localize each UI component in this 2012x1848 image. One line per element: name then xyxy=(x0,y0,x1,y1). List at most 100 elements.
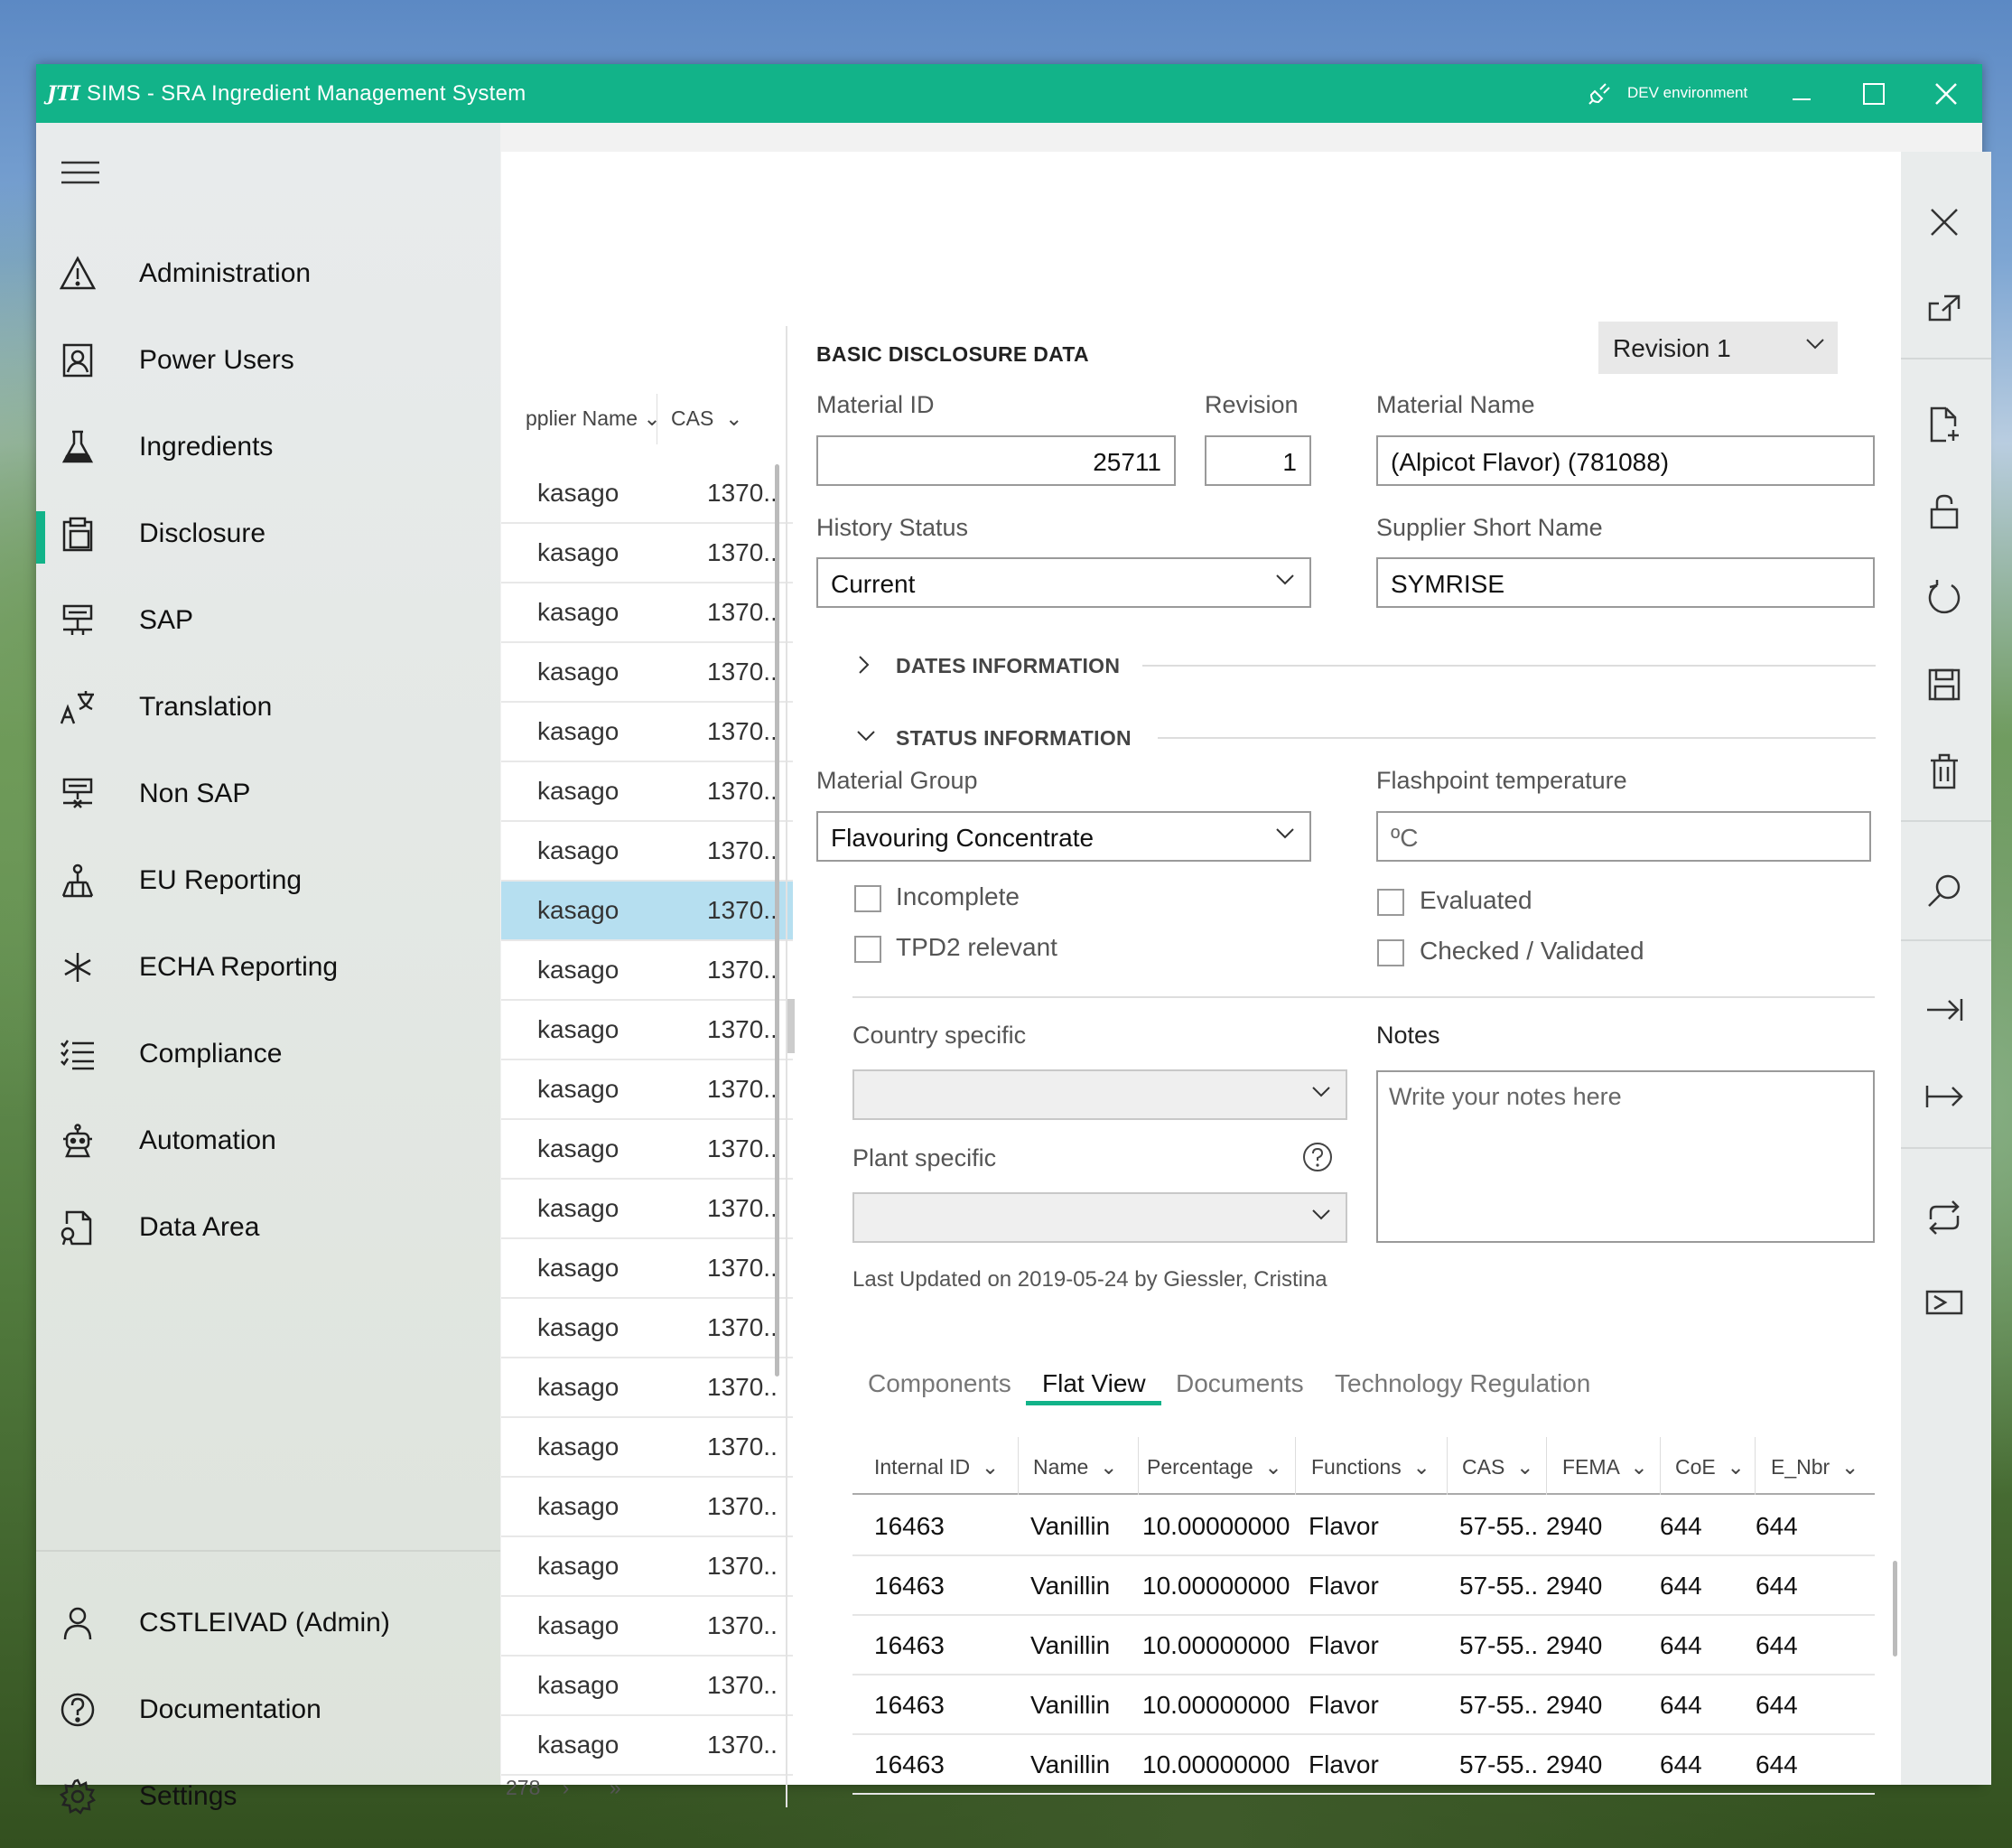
open-external-icon[interactable] xyxy=(1919,284,1970,334)
nav-footer-cstleivad-admin[interactable]: CSTLEIVAD (Admin) xyxy=(36,1582,500,1664)
nav-item-administration[interactable]: Administration xyxy=(36,233,500,314)
nav-footer-settings[interactable]: Settings xyxy=(36,1756,500,1837)
nav-item-power-users[interactable]: Power Users xyxy=(36,320,500,401)
column-internal-id[interactable]: Internal ID ⌄ xyxy=(874,1455,999,1479)
flashpoint-input[interactable]: ºC xyxy=(1376,811,1871,862)
column-name[interactable]: Name ⌄ xyxy=(1033,1455,1117,1479)
supplier-name-header[interactable]: pplier Name ⌄ xyxy=(526,406,661,431)
minimize-button[interactable] xyxy=(1765,64,1838,123)
hamburger-menu-icon[interactable] xyxy=(61,159,99,186)
list-row[interactable]: kasago 1370.. xyxy=(501,703,793,762)
evaluated-checkbox[interactable] xyxy=(1377,889,1404,916)
new-document-icon[interactable] xyxy=(1919,399,1970,450)
notes-textarea[interactable]: Write your notes here xyxy=(1376,1070,1875,1243)
history-status-dropdown[interactable]: Current xyxy=(816,557,1311,608)
tpd2-relevant-checkbox[interactable] xyxy=(854,936,881,963)
list-row[interactable]: kasago 1370.. xyxy=(501,1239,793,1299)
help-icon[interactable] xyxy=(1302,1142,1333,1172)
sync-icon[interactable] xyxy=(1919,1192,1970,1243)
nav-item-translation[interactable]: Translation xyxy=(36,667,500,748)
column-coe[interactable]: CoE ⌄ xyxy=(1675,1455,1745,1479)
list-row[interactable]: kasago 1370.. xyxy=(501,941,793,1001)
material-id-input[interactable]: 25711 xyxy=(816,435,1176,486)
nav-item-non-sap[interactable]: Non SAP xyxy=(36,753,500,835)
chevron-down-icon xyxy=(1275,574,1295,586)
list-row[interactable]: kasago 1370.. xyxy=(501,822,793,882)
country-specific-dropdown[interactable] xyxy=(852,1069,1347,1120)
nav-item-echa-reporting[interactable]: ECHA Reporting xyxy=(36,927,500,1008)
nav-item-automation[interactable]: Automation xyxy=(36,1100,500,1181)
next-page-button[interactable]: › xyxy=(563,1776,570,1799)
search-icon[interactable] xyxy=(1919,865,1970,916)
incomplete-checkbox[interactable] xyxy=(854,885,881,912)
column-e-nbr[interactable]: E_Nbr ⌄ xyxy=(1771,1455,1858,1479)
list-row[interactable]: kasago 1370.. xyxy=(501,1001,793,1060)
list-row[interactable]: kasago 1370.. xyxy=(501,762,793,822)
plant-specific-dropdown[interactable] xyxy=(852,1192,1347,1243)
nav-item-eu-reporting[interactable]: EU Reporting xyxy=(36,840,500,921)
cas-header[interactable]: CAS ⌄ xyxy=(671,406,742,431)
chevron-down-icon[interactable] xyxy=(856,730,876,742)
nav-item-sap[interactable]: SAP xyxy=(36,580,500,661)
status-information-section[interactable]: STATUS INFORMATION xyxy=(896,726,1132,751)
checked-validated-checkbox[interactable] xyxy=(1377,939,1404,966)
column-functions[interactable]: Functions ⌄ xyxy=(1311,1455,1430,1479)
arrow-right-bar-icon[interactable] xyxy=(1919,1071,1970,1122)
tab-documents[interactable]: Documents xyxy=(1176,1369,1304,1398)
refresh-icon[interactable] xyxy=(1919,573,1970,623)
list-row[interactable]: kasago 1370.. xyxy=(501,1299,793,1358)
tab-flat-view[interactable]: Flat View xyxy=(1042,1369,1146,1398)
list-row[interactable]: kasago 1370.. xyxy=(501,1358,793,1418)
nav-item-ingredients[interactable]: Ingredients xyxy=(36,406,500,488)
maximize-button[interactable] xyxy=(1838,64,1910,123)
list-scrollbar[interactable] xyxy=(775,464,779,1377)
list-row[interactable]: kasago 1370.. xyxy=(501,643,793,703)
material-group-dropdown[interactable]: Flavouring Concentrate xyxy=(816,811,1311,862)
column-percentage[interactable]: Percentage ⌄ xyxy=(1147,1455,1282,1479)
revision-input[interactable]: 1 xyxy=(1205,435,1311,486)
list-row[interactable]: kasago 1370.. xyxy=(501,1537,793,1597)
nav-item-compliance[interactable]: Compliance xyxy=(36,1013,500,1095)
grid-row[interactable]: 16463 Vanillin 10.00000000 Flavor 57-55.. 294… xyxy=(852,1497,1875,1556)
dates-information-section[interactable]: DATES INFORMATION xyxy=(896,654,1120,678)
material-name-input[interactable]: (Alpicot Flavor) (781088) xyxy=(1376,435,1875,486)
tab-components[interactable]: Components xyxy=(868,1369,1011,1398)
delete-icon[interactable] xyxy=(1919,746,1970,797)
column-cas[interactable]: CAS ⌄ xyxy=(1462,1455,1533,1479)
list-row[interactable]: kasago 1370.. xyxy=(501,1060,793,1120)
grid-scrollbar[interactable] xyxy=(1893,1561,1897,1657)
list-row[interactable]: kasago 1370.. xyxy=(501,1716,793,1776)
nav-item-disclosure[interactable]: Disclosure xyxy=(36,493,500,574)
list-row[interactable]: kasago 1370.. xyxy=(501,1418,793,1478)
supplier-name-cell: kasago xyxy=(537,1433,619,1461)
last-page-button[interactable]: » xyxy=(610,1776,621,1799)
list-row[interactable]: kasago 1370.. xyxy=(501,524,793,583)
supplier-name-cell: kasago xyxy=(537,1373,619,1401)
grid-row[interactable]: 16463 Vanillin 10.00000000 Flavor 57-55.. 294… xyxy=(852,1556,1875,1616)
list-row[interactable]: kasago 1370.. xyxy=(501,882,793,941)
close-window-button[interactable] xyxy=(1910,64,1982,123)
list-row[interactable]: kasago 1370.. xyxy=(501,583,793,643)
chevron-right-icon[interactable] xyxy=(858,655,871,675)
tab-technology-regulation[interactable]: Technology Regulation xyxy=(1335,1369,1590,1398)
list-row[interactable]: kasago 1370.. xyxy=(501,1120,793,1180)
tab-right-icon[interactable] xyxy=(1919,985,1970,1035)
send-icon[interactable] xyxy=(1919,1277,1970,1328)
list-row[interactable]: kasago 1370.. xyxy=(501,1180,793,1239)
column-fema[interactable]: FEMA ⌄ xyxy=(1562,1455,1648,1479)
lock-icon[interactable] xyxy=(1919,486,1970,537)
grid-row[interactable]: 16463 Vanillin 10.00000000 Flavor 57-55.. 294… xyxy=(852,1675,1875,1735)
list-row[interactable]: kasago 1370.. xyxy=(501,1657,793,1716)
splitter-handle[interactable] xyxy=(787,999,795,1053)
supplier-short-name-input[interactable]: SYMRISE xyxy=(1376,557,1875,608)
save-icon[interactable] xyxy=(1919,659,1970,710)
grid-row[interactable]: 16463 Vanillin 10.00000000 Flavor 57-55.. 294… xyxy=(852,1735,1875,1795)
list-row[interactable]: kasago 1370.. xyxy=(501,464,793,524)
list-row[interactable]: kasago 1370.. xyxy=(501,1478,793,1537)
nav-footer-documentation[interactable]: Documentation xyxy=(36,1669,500,1750)
list-row[interactable]: kasago 1370.. xyxy=(501,1597,793,1657)
grid-row[interactable]: 16463 Vanillin 10.00000000 Flavor 57-55.. 294… xyxy=(852,1616,1875,1675)
revision-select[interactable]: Revision 1 xyxy=(1598,322,1838,374)
close-icon[interactable] xyxy=(1919,197,1970,247)
nav-item-data-area[interactable]: Data Area xyxy=(36,1187,500,1268)
